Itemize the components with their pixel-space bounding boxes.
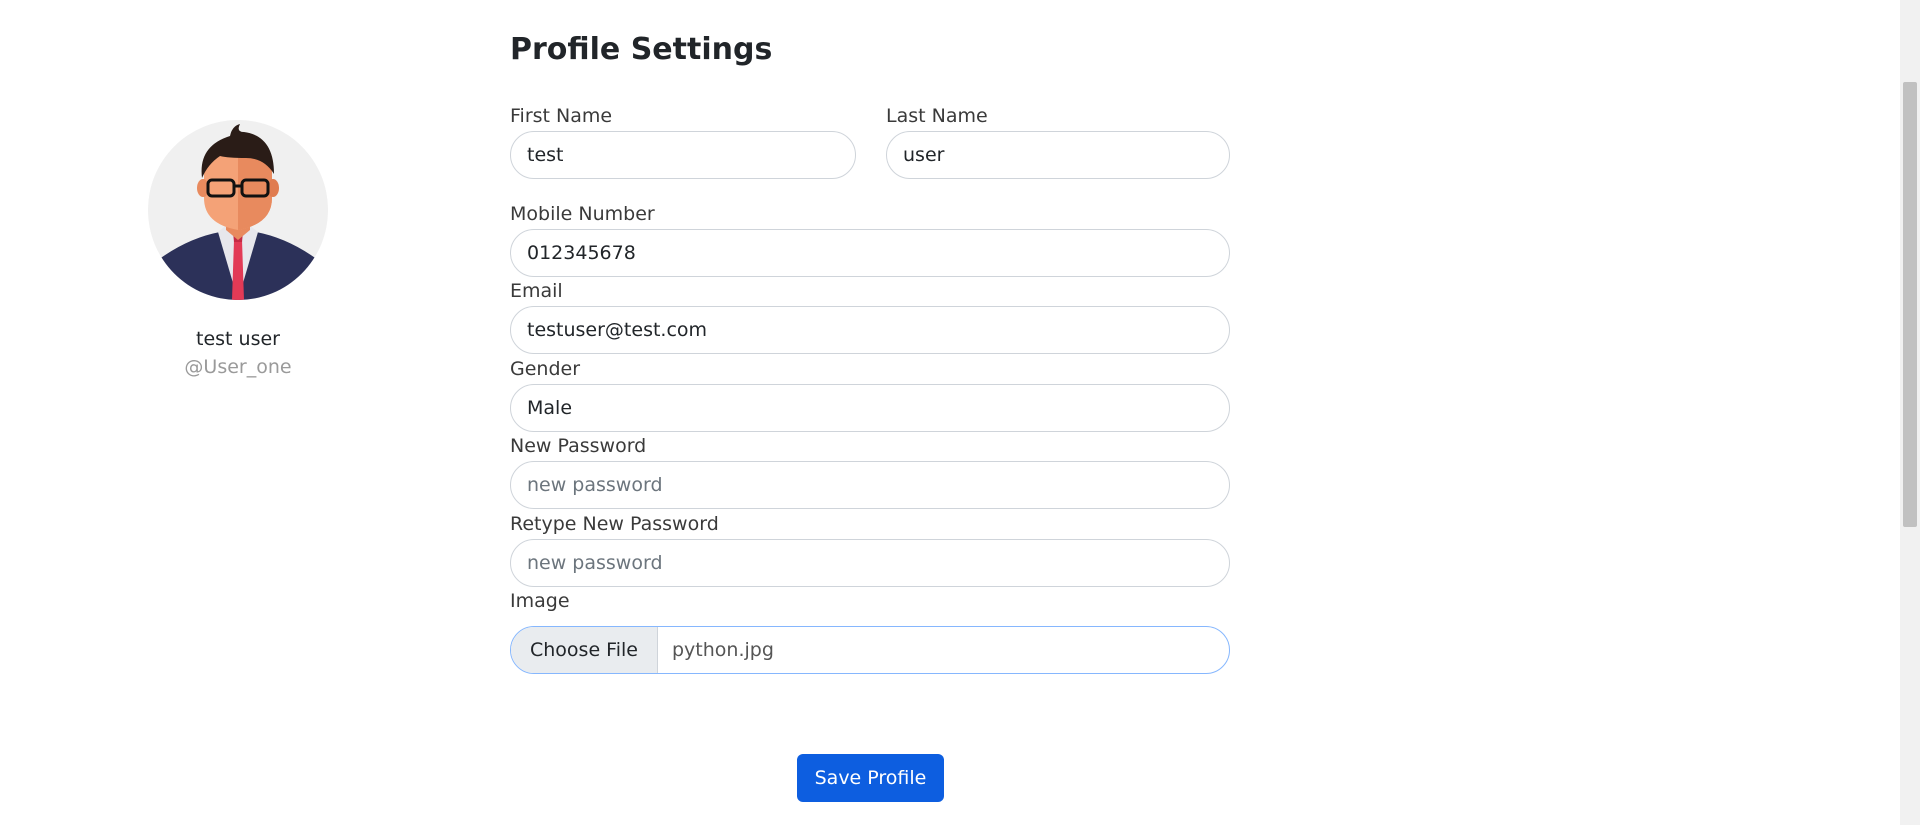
new-password-label: New Password — [510, 435, 647, 457]
profile-display-name: test user — [196, 328, 280, 350]
page-title: Profile Settings — [510, 32, 773, 67]
mobile-number-input[interactable] — [510, 229, 1230, 277]
profile-username: @User_one — [184, 356, 292, 378]
email-input[interactable] — [510, 306, 1230, 354]
selected-file-name: python.jpg — [672, 639, 774, 661]
retype-password-label: Retype New Password — [510, 513, 719, 535]
retype-password-input[interactable] — [510, 539, 1230, 587]
profile-card: test user @User_one — [138, 110, 338, 378]
first-name-label: First Name — [510, 105, 613, 127]
gender-input[interactable] — [510, 384, 1230, 432]
avatar — [148, 120, 328, 300]
image-label: Image — [510, 590, 570, 612]
scrollbar-thumb[interactable] — [1903, 82, 1917, 527]
save-profile-button[interactable]: Save Profile — [797, 754, 944, 802]
new-password-input[interactable] — [510, 461, 1230, 509]
email-label: Email — [510, 280, 563, 302]
choose-file-button[interactable]: Choose File — [511, 627, 658, 673]
first-name-input[interactable] — [510, 131, 856, 179]
gender-label: Gender — [510, 358, 581, 380]
image-file-input[interactable]: Choose File python.jpg — [510, 626, 1230, 674]
profile-settings-page: test user @User_one Profile Settings Fir… — [0, 0, 1920, 825]
mobile-number-label: Mobile Number — [510, 203, 655, 225]
last-name-input[interactable] — [886, 131, 1230, 179]
last-name-label: Last Name — [886, 105, 988, 127]
page-scrollbar[interactable] — [1900, 0, 1920, 825]
